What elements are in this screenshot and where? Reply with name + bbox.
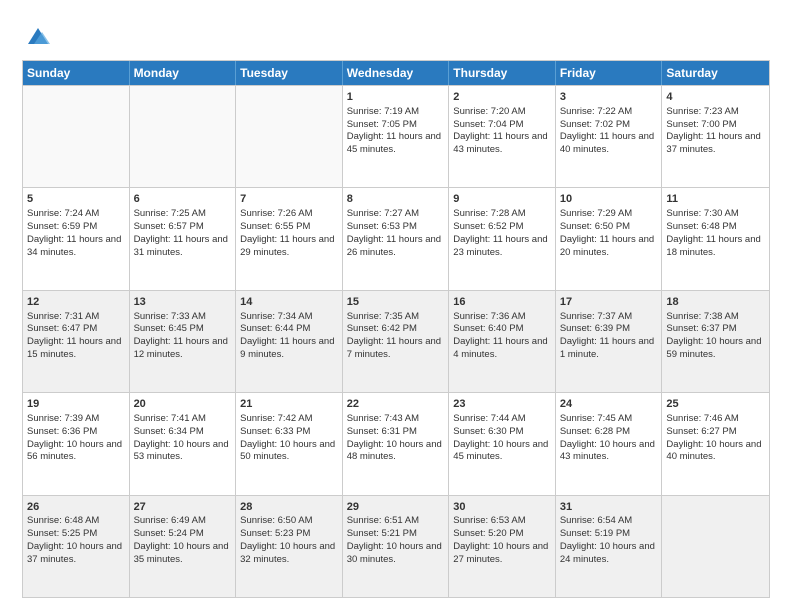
calendar: SundayMondayTuesdayWednesdayThursdayFrid… bbox=[22, 60, 770, 598]
day-number: 26 bbox=[27, 500, 125, 515]
calendar-cell: 25Sunrise: 7:46 AMSunset: 6:27 PMDayligh… bbox=[662, 393, 769, 494]
logo bbox=[22, 22, 52, 50]
calendar-cell: 11Sunrise: 7:30 AMSunset: 6:48 PMDayligh… bbox=[662, 188, 769, 289]
calendar-cell: 30Sunrise: 6:53 AMSunset: 5:20 PMDayligh… bbox=[449, 496, 556, 597]
calendar-row: 5Sunrise: 7:24 AMSunset: 6:59 PMDaylight… bbox=[23, 187, 769, 289]
logo-icon bbox=[24, 22, 52, 50]
day-number: 6 bbox=[134, 192, 232, 207]
calendar-cell: 16Sunrise: 7:36 AMSunset: 6:40 PMDayligh… bbox=[449, 291, 556, 392]
calendar-cell: 26Sunrise: 6:48 AMSunset: 5:25 PMDayligh… bbox=[23, 496, 130, 597]
calendar-row: 1Sunrise: 7:19 AMSunset: 7:05 PMDaylight… bbox=[23, 85, 769, 187]
day-number: 11 bbox=[666, 192, 765, 207]
day-number: 31 bbox=[560, 500, 658, 515]
day-number: 22 bbox=[347, 397, 445, 412]
header bbox=[22, 18, 770, 50]
calendar-cell: 13Sunrise: 7:33 AMSunset: 6:45 PMDayligh… bbox=[130, 291, 237, 392]
day-number: 16 bbox=[453, 295, 551, 310]
day-number: 27 bbox=[134, 500, 232, 515]
calendar-cell: 15Sunrise: 7:35 AMSunset: 6:42 PMDayligh… bbox=[343, 291, 450, 392]
calendar-cell: 6Sunrise: 7:25 AMSunset: 6:57 PMDaylight… bbox=[130, 188, 237, 289]
calendar-header: SundayMondayTuesdayWednesdayThursdayFrid… bbox=[23, 61, 769, 85]
day-number: 30 bbox=[453, 500, 551, 515]
day-number: 2 bbox=[453, 90, 551, 105]
day-header: Sunday bbox=[23, 61, 130, 85]
day-number: 18 bbox=[666, 295, 765, 310]
day-number: 4 bbox=[666, 90, 765, 105]
day-number: 5 bbox=[27, 192, 125, 207]
calendar-cell bbox=[130, 86, 237, 187]
day-number: 21 bbox=[240, 397, 338, 412]
calendar-cell: 5Sunrise: 7:24 AMSunset: 6:59 PMDaylight… bbox=[23, 188, 130, 289]
day-number: 28 bbox=[240, 500, 338, 515]
calendar-cell: 9Sunrise: 7:28 AMSunset: 6:52 PMDaylight… bbox=[449, 188, 556, 289]
calendar-cell bbox=[23, 86, 130, 187]
day-number: 9 bbox=[453, 192, 551, 207]
day-header: Saturday bbox=[662, 61, 769, 85]
calendar-cell bbox=[662, 496, 769, 597]
calendar-cell: 4Sunrise: 7:23 AMSunset: 7:00 PMDaylight… bbox=[662, 86, 769, 187]
day-number: 25 bbox=[666, 397, 765, 412]
day-number: 23 bbox=[453, 397, 551, 412]
calendar-row: 26Sunrise: 6:48 AMSunset: 5:25 PMDayligh… bbox=[23, 495, 769, 597]
calendar-cell: 23Sunrise: 7:44 AMSunset: 6:30 PMDayligh… bbox=[449, 393, 556, 494]
day-number: 13 bbox=[134, 295, 232, 310]
calendar-cell: 14Sunrise: 7:34 AMSunset: 6:44 PMDayligh… bbox=[236, 291, 343, 392]
day-number: 12 bbox=[27, 295, 125, 310]
day-number: 17 bbox=[560, 295, 658, 310]
day-header: Tuesday bbox=[236, 61, 343, 85]
day-number: 7 bbox=[240, 192, 338, 207]
calendar-row: 12Sunrise: 7:31 AMSunset: 6:47 PMDayligh… bbox=[23, 290, 769, 392]
calendar-cell: 1Sunrise: 7:19 AMSunset: 7:05 PMDaylight… bbox=[343, 86, 450, 187]
calendar-cell: 7Sunrise: 7:26 AMSunset: 6:55 PMDaylight… bbox=[236, 188, 343, 289]
day-number: 10 bbox=[560, 192, 658, 207]
calendar-cell: 20Sunrise: 7:41 AMSunset: 6:34 PMDayligh… bbox=[130, 393, 237, 494]
calendar-cell: 19Sunrise: 7:39 AMSunset: 6:36 PMDayligh… bbox=[23, 393, 130, 494]
day-number: 8 bbox=[347, 192, 445, 207]
calendar-cell: 10Sunrise: 7:29 AMSunset: 6:50 PMDayligh… bbox=[556, 188, 663, 289]
day-header: Thursday bbox=[449, 61, 556, 85]
calendar-cell: 31Sunrise: 6:54 AMSunset: 5:19 PMDayligh… bbox=[556, 496, 663, 597]
calendar-cell: 3Sunrise: 7:22 AMSunset: 7:02 PMDaylight… bbox=[556, 86, 663, 187]
calendar-cell: 17Sunrise: 7:37 AMSunset: 6:39 PMDayligh… bbox=[556, 291, 663, 392]
day-header: Monday bbox=[130, 61, 237, 85]
calendar-cell: 22Sunrise: 7:43 AMSunset: 6:31 PMDayligh… bbox=[343, 393, 450, 494]
calendar-cell: 8Sunrise: 7:27 AMSunset: 6:53 PMDaylight… bbox=[343, 188, 450, 289]
day-number: 19 bbox=[27, 397, 125, 412]
day-number: 15 bbox=[347, 295, 445, 310]
day-number: 14 bbox=[240, 295, 338, 310]
day-number: 24 bbox=[560, 397, 658, 412]
calendar-row: 19Sunrise: 7:39 AMSunset: 6:36 PMDayligh… bbox=[23, 392, 769, 494]
calendar-cell bbox=[236, 86, 343, 187]
day-number: 1 bbox=[347, 90, 445, 105]
calendar-cell: 29Sunrise: 6:51 AMSunset: 5:21 PMDayligh… bbox=[343, 496, 450, 597]
day-header: Wednesday bbox=[343, 61, 450, 85]
day-number: 3 bbox=[560, 90, 658, 105]
calendar-cell: 27Sunrise: 6:49 AMSunset: 5:24 PMDayligh… bbox=[130, 496, 237, 597]
calendar-cell: 18Sunrise: 7:38 AMSunset: 6:37 PMDayligh… bbox=[662, 291, 769, 392]
day-number: 29 bbox=[347, 500, 445, 515]
calendar-cell: 2Sunrise: 7:20 AMSunset: 7:04 PMDaylight… bbox=[449, 86, 556, 187]
page: SundayMondayTuesdayWednesdayThursdayFrid… bbox=[0, 0, 792, 612]
day-number: 20 bbox=[134, 397, 232, 412]
calendar-cell: 28Sunrise: 6:50 AMSunset: 5:23 PMDayligh… bbox=[236, 496, 343, 597]
calendar-cell: 21Sunrise: 7:42 AMSunset: 6:33 PMDayligh… bbox=[236, 393, 343, 494]
day-header: Friday bbox=[556, 61, 663, 85]
calendar-cell: 12Sunrise: 7:31 AMSunset: 6:47 PMDayligh… bbox=[23, 291, 130, 392]
calendar-body: 1Sunrise: 7:19 AMSunset: 7:05 PMDaylight… bbox=[23, 85, 769, 597]
calendar-cell: 24Sunrise: 7:45 AMSunset: 6:28 PMDayligh… bbox=[556, 393, 663, 494]
